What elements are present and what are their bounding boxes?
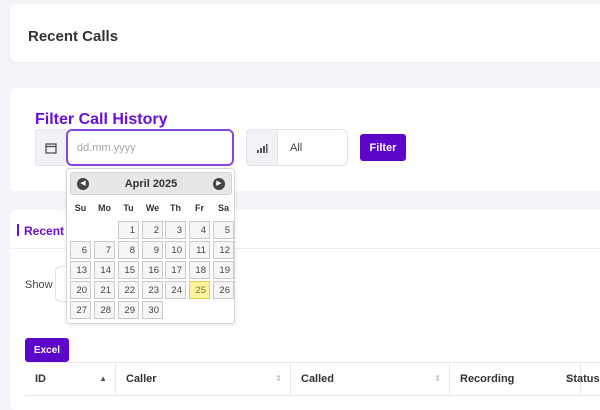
table-header-row: ID ▲ Caller ⇕ Called ⇕ Recording ⇕ Status bbox=[25, 362, 600, 396]
show-label: Show bbox=[25, 279, 53, 291]
column-header-id[interactable]: ID ▲ bbox=[25, 363, 116, 395]
header-card: Recent Calls bbox=[10, 4, 600, 62]
day-cell[interactable]: 7 bbox=[94, 241, 115, 259]
day-cell[interactable]: 13 bbox=[70, 261, 91, 279]
day-cell[interactable]: 17 bbox=[165, 261, 186, 279]
recent-section-title: Recent bbox=[17, 224, 64, 238]
datepicker-header: ◀ April 2025 ▶ bbox=[70, 172, 232, 195]
sort-icon: ⇕ bbox=[275, 374, 282, 383]
excel-export-button[interactable]: Excel bbox=[25, 338, 69, 362]
day-cell-today[interactable]: 25 bbox=[189, 281, 210, 299]
page-title: Recent Calls bbox=[28, 28, 119, 45]
day-cell[interactable]: 4 bbox=[189, 221, 210, 239]
call-type-select[interactable]: All bbox=[277, 129, 348, 166]
weekday-label: Fr bbox=[195, 203, 204, 213]
day-cell[interactable]: 19 bbox=[213, 261, 234, 279]
day-cell[interactable]: 15 bbox=[118, 261, 139, 279]
day-cell[interactable]: 23 bbox=[142, 281, 163, 299]
day-cell[interactable]: 6 bbox=[70, 241, 91, 259]
day-cell[interactable]: 10 bbox=[165, 241, 186, 259]
weekday-label: Tu bbox=[123, 203, 134, 213]
day-cell[interactable]: 29 bbox=[118, 301, 139, 319]
day-cell[interactable]: 11 bbox=[189, 241, 210, 259]
day-cell[interactable]: 24 bbox=[165, 281, 186, 299]
weekday-label: Su bbox=[74, 203, 87, 213]
weekday-label: We bbox=[145, 203, 160, 213]
day-cell[interactable]: 30 bbox=[142, 301, 163, 319]
day-cell[interactable]: 26 bbox=[213, 281, 234, 299]
day-cell[interactable]: 5 bbox=[213, 221, 234, 239]
date-input[interactable] bbox=[66, 129, 234, 166]
sort-icon: ⇕ bbox=[434, 374, 441, 383]
signal-icon bbox=[257, 144, 268, 153]
day-cell[interactable]: 18 bbox=[189, 261, 210, 279]
day-cell[interactable]: 28 bbox=[94, 301, 115, 319]
filter-title: Filter Call History bbox=[35, 111, 168, 128]
day-cell[interactable]: 20 bbox=[70, 281, 91, 299]
calendar-icon bbox=[45, 143, 57, 154]
column-header-called[interactable]: Called ⇕ bbox=[291, 363, 450, 395]
title-accent-bar bbox=[17, 224, 19, 236]
weekday-label: Mo bbox=[98, 203, 111, 213]
datepicker-month-label: April 2025 bbox=[124, 178, 178, 190]
calendar-addon bbox=[35, 129, 66, 166]
day-cell[interactable]: 27 bbox=[70, 301, 91, 319]
weekday-label: Sa bbox=[217, 203, 229, 213]
recent-title-text: Recent bbox=[24, 224, 65, 238]
filter-button[interactable]: Filter bbox=[360, 134, 406, 161]
day-cell[interactable]: 2 bbox=[142, 221, 163, 239]
day-cell[interactable]: 14 bbox=[94, 261, 115, 279]
day-cell[interactable]: 21 bbox=[94, 281, 115, 299]
day-cell[interactable]: 16 bbox=[142, 261, 163, 279]
day-cell[interactable]: 22 bbox=[118, 281, 139, 299]
sort-asc-icon: ▲ bbox=[99, 374, 107, 383]
datepicker-popup: ◀ April 2025 ▶ Su Mo Tu We Th Fr Sa 1234567891… bbox=[66, 168, 235, 324]
next-month-icon[interactable]: ▶ bbox=[213, 178, 225, 190]
day-cell[interactable]: 1 bbox=[118, 221, 139, 239]
day-cell[interactable]: 9 bbox=[142, 241, 163, 259]
day-cell[interactable]: 12 bbox=[213, 241, 234, 259]
day-cell[interactable]: 3 bbox=[165, 221, 186, 239]
day-cell[interactable]: 8 bbox=[118, 241, 139, 259]
column-header-caller[interactable]: Caller ⇕ bbox=[116, 363, 291, 395]
column-header-status[interactable]: Status bbox=[556, 363, 600, 395]
weekday-label: Th bbox=[170, 203, 181, 213]
call-type-addon bbox=[246, 129, 277, 166]
